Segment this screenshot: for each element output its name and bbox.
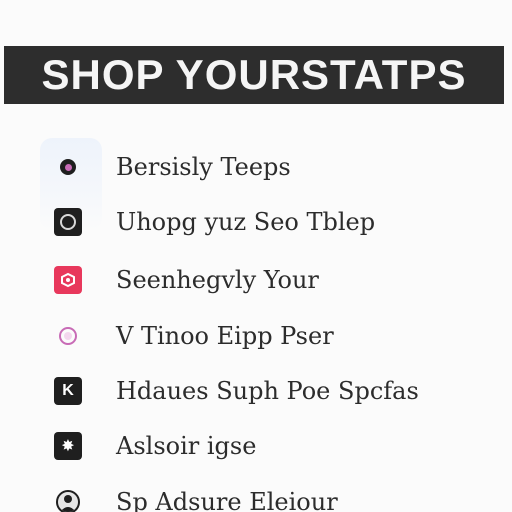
menu-item-icon-wrap: ✸ xyxy=(36,419,100,473)
dot-icon xyxy=(60,159,76,175)
menu-item-2[interactable]: Uhopg yuz Seo Tblep xyxy=(36,195,375,249)
menu-item-icon-wrap xyxy=(36,140,100,194)
menu-item-label: Hdaues Suph Poe Spcfas xyxy=(116,377,419,405)
menu-item-icon-wrap xyxy=(36,253,100,307)
menu-item-label: Seenhegvly Your xyxy=(116,266,319,294)
menu-item-icon-wrap xyxy=(36,195,100,249)
menu-item-5[interactable]: K Hdaues Suph Poe Spcfas xyxy=(36,364,419,418)
star-icon: ✸ xyxy=(54,432,82,460)
menu-item-icon-wrap xyxy=(36,309,100,363)
camera-icon xyxy=(54,208,82,236)
menu-item-label: Bersisly Teeps xyxy=(116,153,291,181)
menu-item-1[interactable]: Bersisly Teeps xyxy=(36,140,291,194)
menu-item-label: Sp Adsure Eleiour xyxy=(116,488,338,512)
menu-item-label: Aslsoir igse xyxy=(116,432,257,460)
avatar-glyph xyxy=(60,495,76,512)
menu-item-icon-wrap: K xyxy=(36,364,100,418)
circle-icon xyxy=(59,327,77,345)
avatar-icon xyxy=(56,490,80,512)
tag-icon xyxy=(54,266,82,294)
menu-item-6[interactable]: ✸ Aslsoir igse xyxy=(36,419,256,473)
page: SHOP YOURSTATPS Bersisly Teeps Uhopg yuz… xyxy=(0,0,512,512)
menu-item-3[interactable]: Seenhegvly Your xyxy=(36,253,319,307)
menu-item-4[interactable]: V Tinoo Eipp Pser xyxy=(36,309,334,363)
menu-list: Bersisly Teeps Uhopg yuz Seo Tblep Seenh… xyxy=(0,0,512,512)
menu-item-icon-wrap xyxy=(36,475,100,512)
tag-icon-glyph xyxy=(61,272,75,288)
menu-item-label: V Tinoo Eipp Pser xyxy=(116,322,334,350)
menu-item-7[interactable]: Sp Adsure Eleiour xyxy=(36,475,338,512)
k-icon: K xyxy=(54,377,82,405)
menu-item-label: Uhopg yuz Seo Tblep xyxy=(116,208,376,236)
